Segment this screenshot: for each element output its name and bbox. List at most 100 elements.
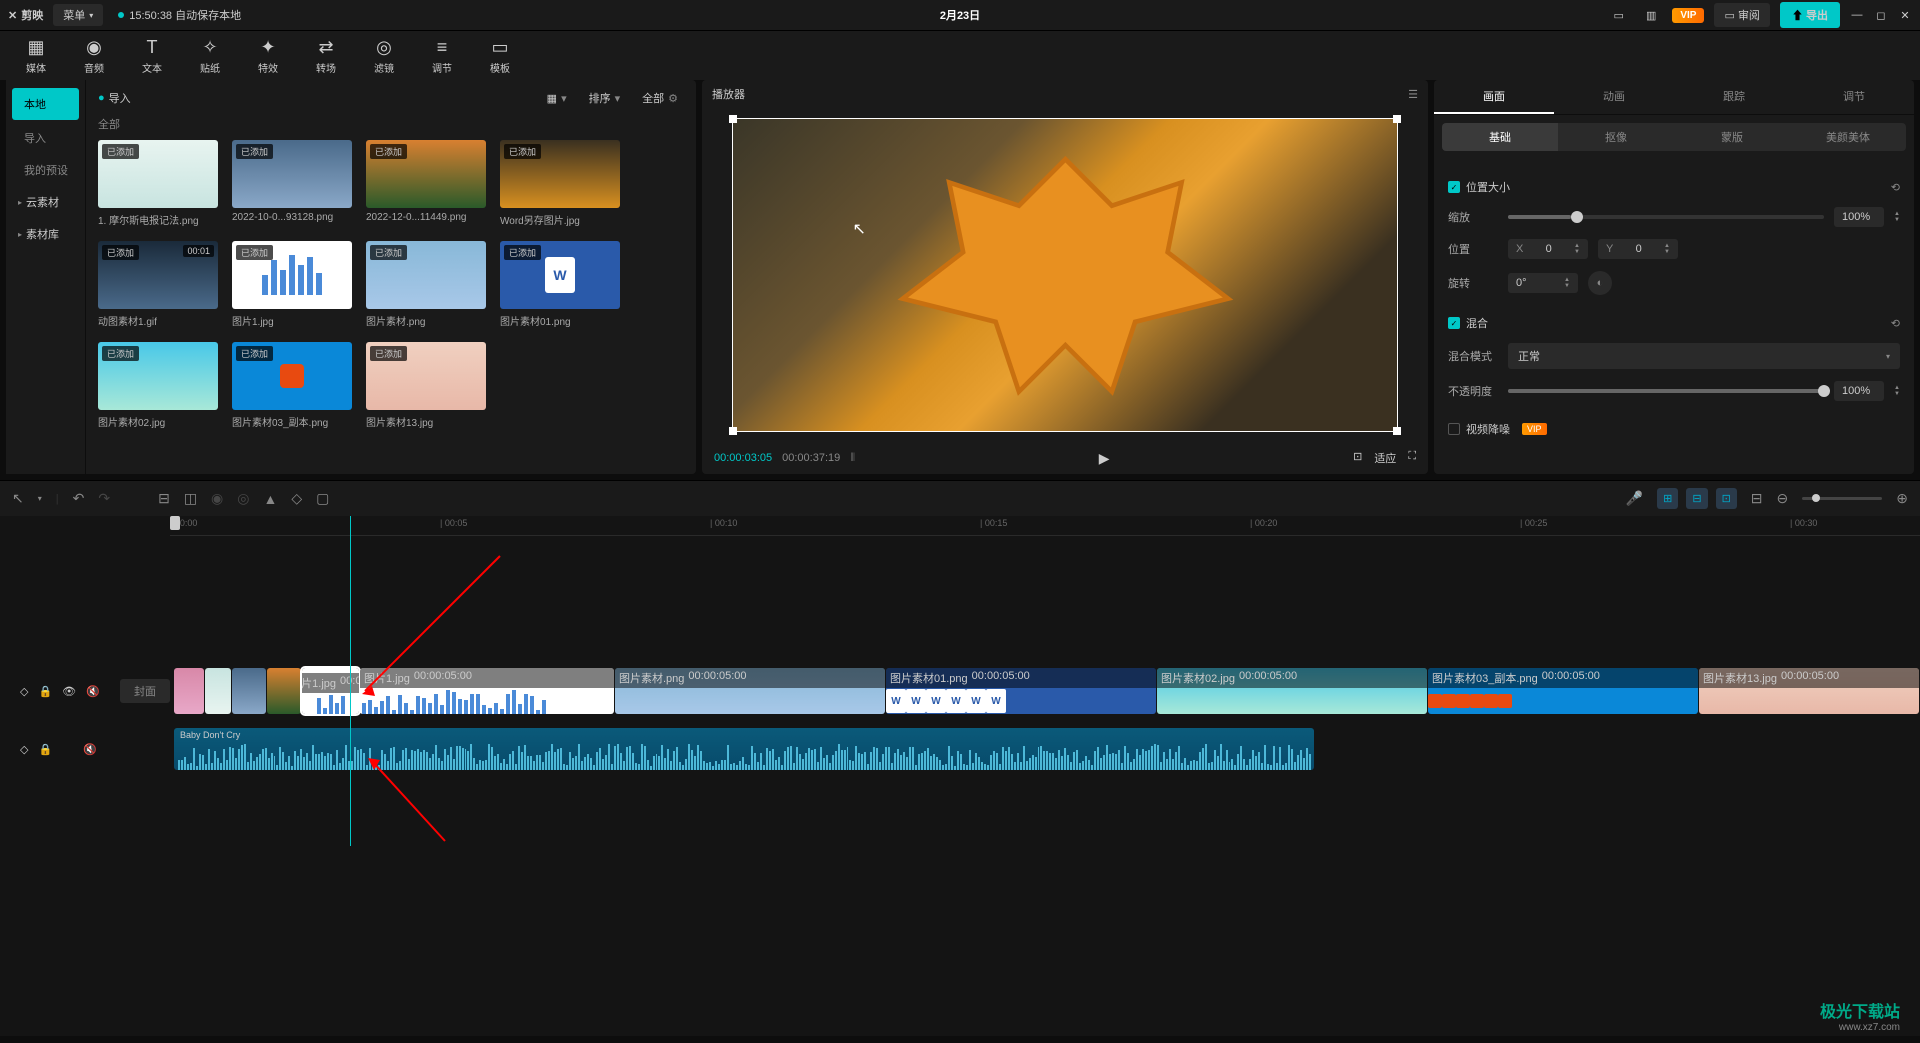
video-clip[interactable] <box>267 668 301 714</box>
tool-tab-调节[interactable]: ≡调节 <box>414 35 470 76</box>
delete-right-icon[interactable]: ◉ <box>211 490 223 507</box>
snap-icon-1[interactable]: ⊞ <box>1657 488 1678 509</box>
video-clips-container[interactable]: Word ...片1.jpg00:00:05:00图片1.jpg00:00:05… <box>174 666 1920 716</box>
fullscreen-icon[interactable]: ⛶ <box>1408 450 1416 466</box>
import-button[interactable]: ● 导入 <box>98 90 131 106</box>
media-item[interactable]: 已添加图片素材.png <box>366 241 486 328</box>
video-clip[interactable]: 图片素材.png00:00:05:00 <box>615 668 885 714</box>
view-mode-button[interactable]: ▦ ▾ <box>541 90 573 107</box>
video-clip[interactable]: 图片素材02.jpg00:00:05:00 <box>1157 668 1427 714</box>
redo-icon[interactable]: ↷ <box>98 490 110 507</box>
video-clip[interactable] <box>232 668 266 714</box>
audio-mute-icon[interactable]: 🔇 <box>83 743 97 756</box>
scale-slider[interactable] <box>1508 215 1824 219</box>
lock-icon[interactable]: 🔒 <box>38 685 52 698</box>
mute-icon[interactable]: 🔇 <box>86 685 100 698</box>
audio-keyframe-icon[interactable]: ◇ <box>20 743 28 756</box>
prop-tab-调节[interactable]: 调节 <box>1794 80 1914 114</box>
pos-y-input[interactable]: Y0▲▼ <box>1598 239 1678 259</box>
media-item[interactable]: 已添加2022-12-0...11449.png <box>366 140 486 227</box>
sidebar-本地[interactable]: 本地 <box>12 88 79 120</box>
close-icon[interactable]: ✕ <box>1898 8 1912 22</box>
reset-blend-icon[interactable]: ⟲ <box>1891 317 1900 330</box>
zoom-fit-icon[interactable]: ⊕ <box>1896 490 1908 507</box>
zoom-slider[interactable] <box>1802 497 1882 500</box>
tool-tab-模板[interactable]: ▭模板 <box>472 35 528 76</box>
split-icon[interactable]: ⊟ <box>158 490 170 507</box>
media-item[interactable]: 已添加00:01动图素材1.gif <box>98 241 218 328</box>
video-clip[interactable]: 图片1.jpg00:00:05:00 <box>360 668 614 714</box>
prop-tab-跟踪[interactable]: 跟踪 <box>1674 80 1794 114</box>
snap-icon-2[interactable]: ⊟ <box>1686 488 1707 509</box>
sidebar-导入[interactable]: 导入 <box>6 122 85 154</box>
sub-tab-蒙版[interactable]: 蒙版 <box>1674 123 1790 151</box>
layout-icon-1[interactable]: ▭ <box>1608 5 1630 26</box>
media-item[interactable]: 已添加W图片素材01.png <box>500 241 620 328</box>
tool-tab-特效[interactable]: ✦特效 <box>240 35 296 76</box>
sub-tab-基础[interactable]: 基础 <box>1442 123 1558 151</box>
media-item[interactable]: 已添加图片1.jpg <box>232 241 352 328</box>
prop-tab-画面[interactable]: 画面 <box>1434 80 1554 114</box>
pos-x-input[interactable]: X0▲▼ <box>1508 239 1588 259</box>
opacity-value[interactable]: 100% <box>1834 381 1884 401</box>
video-clip[interactable]: 图片素材01.png00:00:05:00WWWWWW <box>886 668 1156 714</box>
audio-lock-icon[interactable]: 🔒 <box>38 743 52 756</box>
delete-left-icon[interactable]: ◫ <box>184 490 197 507</box>
sort-button[interactable]: 排序 ▾ <box>583 88 627 108</box>
mic-icon[interactable]: 🎤 <box>1626 490 1643 507</box>
zoom-out-icon[interactable]: ⊖ <box>1777 490 1789 507</box>
player-viewport[interactable]: ↖ <box>702 108 1428 442</box>
denoise-checkbox[interactable] <box>1448 423 1460 435</box>
tool-tab-滤镜[interactable]: ◎滤镜 <box>356 35 412 76</box>
media-item[interactable]: 已添加图片素材13.jpg <box>366 342 486 429</box>
layout-icon-2[interactable]: ▥ <box>1640 5 1662 26</box>
rotation-dial-icon[interactable]: ◐ <box>1588 271 1612 295</box>
tool-tab-音频[interactable]: ◉音频 <box>66 35 122 76</box>
freeze-icon[interactable]: ◎ <box>237 490 249 507</box>
sidebar-我的预设[interactable]: 我的预设 <box>6 154 85 186</box>
media-item[interactable]: 已添加图片素材03_副本.png <box>232 342 352 429</box>
blend-mode-select[interactable]: 正常▾ <box>1508 343 1900 369</box>
review-button[interactable]: ▭ 审阅 <box>1714 3 1769 27</box>
mirror-icon[interactable]: ▲ <box>263 491 277 507</box>
sidebar-云素材[interactable]: ▸云素材 <box>6 186 85 218</box>
rotation-input[interactable]: 0°▲▼ <box>1508 273 1578 293</box>
undo-icon[interactable]: ↶ <box>73 490 85 507</box>
menu-button[interactable]: 菜单▾ <box>53 4 103 26</box>
fit-button[interactable]: 适应 <box>1374 450 1396 466</box>
filter-all-button[interactable]: 全部 ⚙ <box>636 88 684 108</box>
prop-tab-动画[interactable]: 动画 <box>1554 80 1674 114</box>
sub-tab-抠像[interactable]: 抠像 <box>1558 123 1674 151</box>
video-clip[interactable]: 图片素材13.jpg00:00:05:00 <box>1699 668 1919 714</box>
media-item[interactable]: 已添加1. 摩尔斯电报记法.png <box>98 140 218 227</box>
sub-tab-美颜美体[interactable]: 美颜美体 <box>1790 123 1906 151</box>
original-ratio-icon[interactable]: ⊡ <box>1353 450 1362 466</box>
visibility-icon[interactable]: 👁 <box>62 685 76 698</box>
time-ruler[interactable]: | 00:00| 00:05| 00:10| 00:15| 00:20| 00:… <box>170 516 1920 536</box>
opacity-stepper[interactable]: ▲▼ <box>1894 386 1900 397</box>
tool-tab-媒体[interactable]: ▦媒体 <box>8 35 64 76</box>
minimize-icon[interactable]: — <box>1850 8 1864 22</box>
snap-icon-3[interactable]: ⊡ <box>1716 488 1737 509</box>
crop-icon[interactable]: ▢ <box>316 490 329 507</box>
maximize-icon[interactable]: ◻ <box>1874 8 1888 22</box>
playhead[interactable] <box>170 516 180 536</box>
blend-checkbox[interactable]: ✓ <box>1448 317 1460 329</box>
media-item[interactable]: 已添加Word另存图片.jpg <box>500 140 620 227</box>
media-item[interactable]: 已添加2022-10-0...93128.png <box>232 140 352 227</box>
select-tool-icon[interactable]: ↖ <box>12 490 24 507</box>
scale-stepper[interactable]: ▲▼ <box>1894 212 1900 223</box>
compare-icon[interactable]: ⦀ <box>850 452 855 465</box>
tool-tab-转场[interactable]: ⇄转场 <box>298 35 354 76</box>
media-item[interactable]: 已添加图片素材02.jpg <box>98 342 218 429</box>
scale-value[interactable]: 100% <box>1834 207 1884 227</box>
select-dropdown-icon[interactable]: ▾ <box>38 494 42 503</box>
opacity-slider[interactable] <box>1508 389 1824 393</box>
sidebar-素材库[interactable]: ▸素材库 <box>6 218 85 250</box>
preview-cut-icon[interactable]: ⊟ <box>1751 490 1763 507</box>
reset-pos-icon[interactable]: ⟲ <box>1891 181 1900 194</box>
keyframe-icon[interactable]: ◇ <box>20 685 28 698</box>
cover-button[interactable]: 封面 <box>120 679 170 703</box>
audio-clips-container[interactable]: Baby Don't Cry <box>174 724 1920 774</box>
playhead-cursor[interactable] <box>350 516 351 846</box>
